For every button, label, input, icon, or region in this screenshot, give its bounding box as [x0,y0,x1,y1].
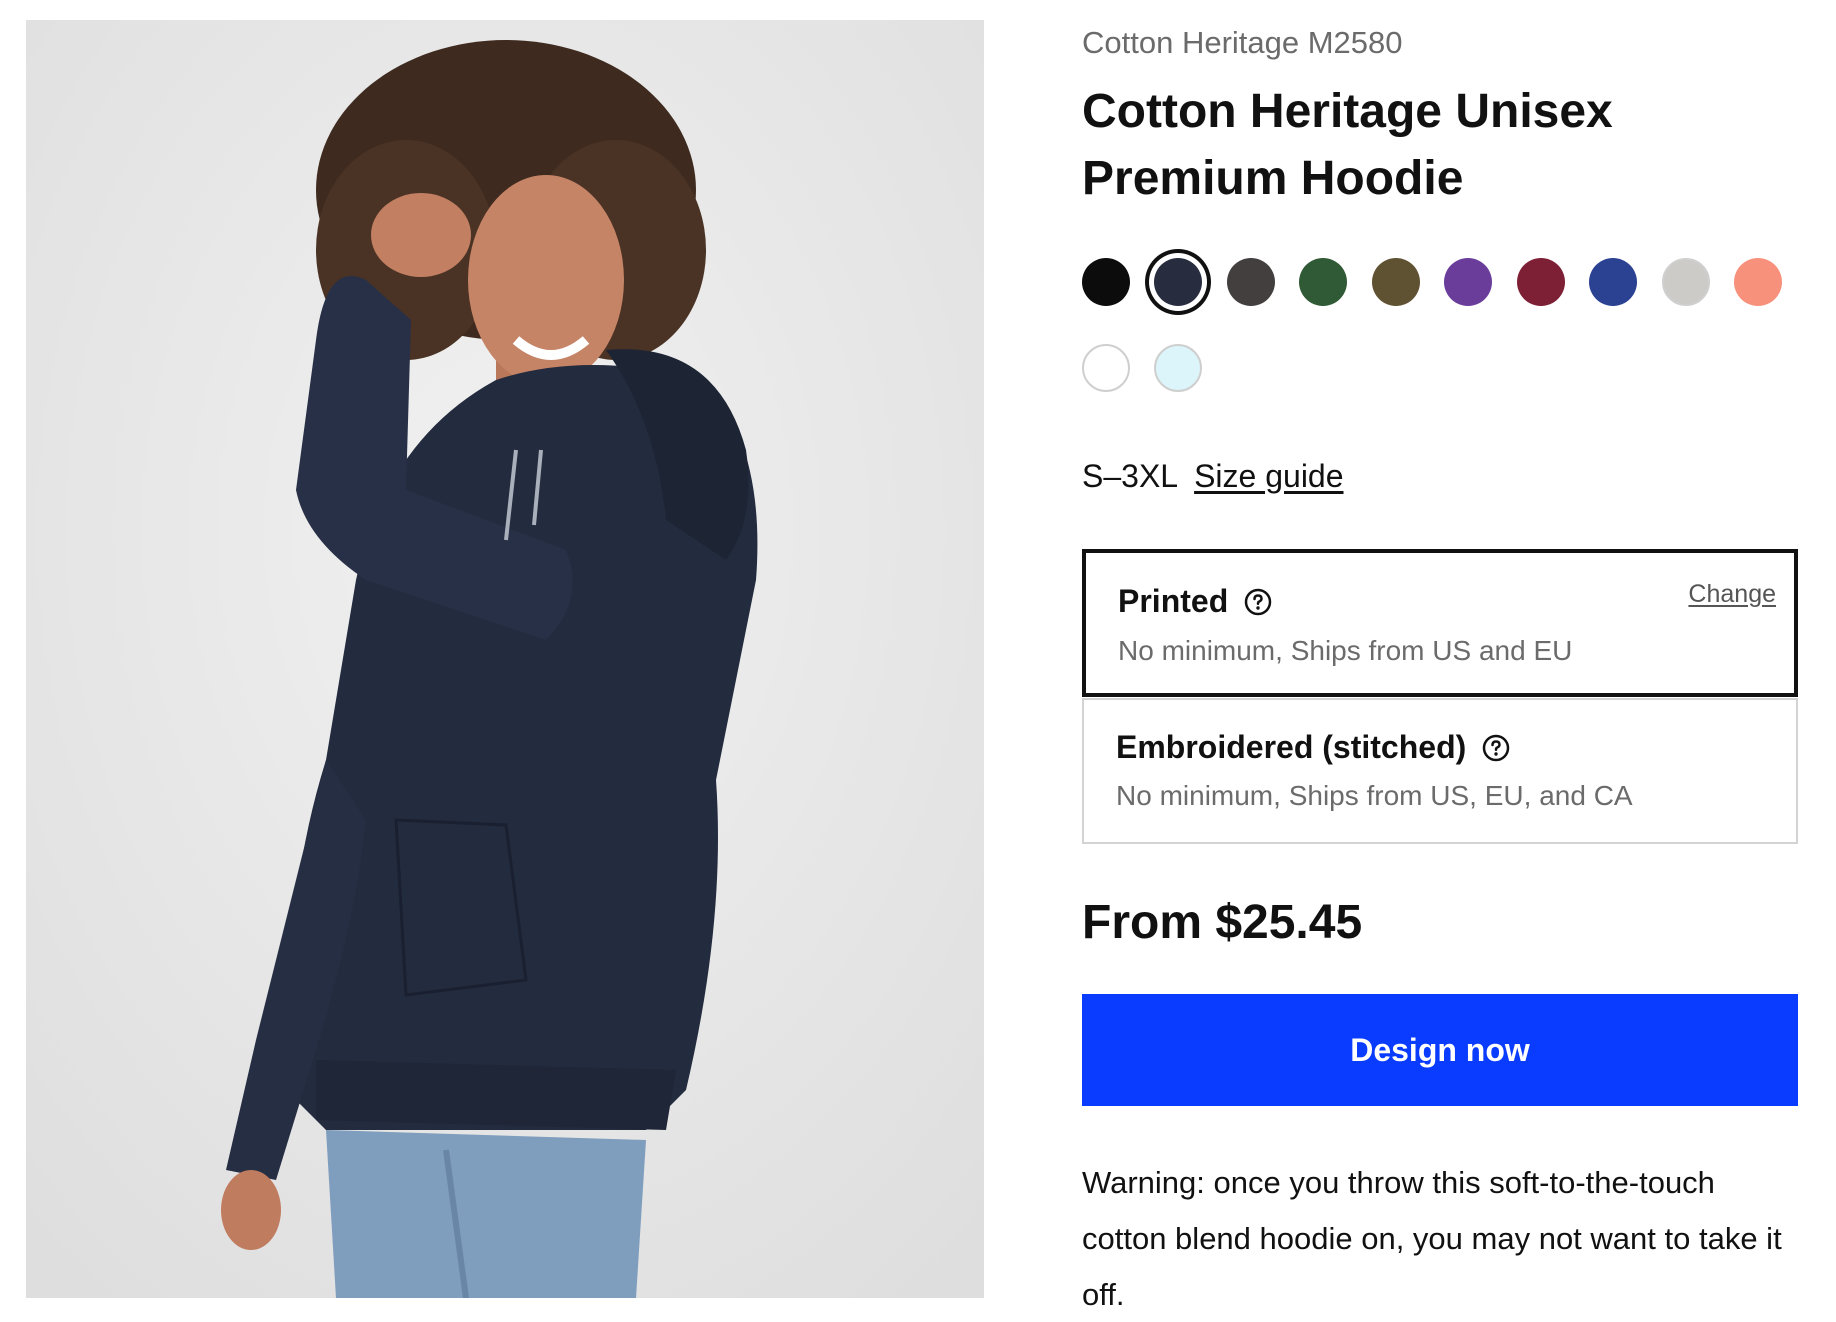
color-swatch-royal-blue[interactable] [1589,258,1637,306]
option-embroidered-subtitle: No minimum, Ships from US, EU, and CA [1116,780,1633,811]
color-swatch-charcoal[interactable] [1227,258,1275,306]
product-title: Cotton Heritage Unisex Premium Hoodie [1082,85,1613,205]
option-printed[interactable]: Printed No minimum, Ships from US and EU… [1082,549,1798,697]
color-swatch-purple[interactable] [1444,258,1492,306]
option-embroidered[interactable]: Embroidered (stitched) No minimum, Ships… [1082,698,1798,844]
color-swatch-coral[interactable] [1734,258,1782,306]
color-swatch-light-blue[interactable] [1154,344,1202,392]
product-description: Warning: once you throw this soft-to-the… [1082,1165,1782,1312]
size-row: S–3XL Size guide [1082,458,1344,495]
size-guide-link[interactable]: Size guide [1194,458,1343,494]
color-swatch-maroon[interactable] [1517,258,1565,306]
design-now-button[interactable]: Design now [1082,994,1798,1106]
product-page: Cotton Heritage M2580 Cotton Heritage Un… [0,0,1836,1322]
color-swatch-forest-green[interactable] [1299,258,1347,306]
option-printed-label: Printed [1118,583,1229,619]
change-link[interactable]: Change [1688,580,1776,609]
option-embroidered-label: Embroidered (stitched) [1116,729,1467,765]
color-swatch-light-grey[interactable] [1662,258,1710,306]
size-range: S–3XL [1082,458,1179,494]
option-printed-subtitle: No minimum, Ships from US and EU [1118,635,1573,666]
product-model-number: Cotton Heritage M2580 [1082,25,1403,60]
help-icon[interactable] [1482,734,1510,762]
price: From $25.45 [1082,896,1363,949]
color-swatch-olive[interactable] [1372,258,1420,306]
color-swatch-white[interactable] [1082,344,1130,392]
help-icon[interactable] [1244,588,1272,616]
option-embroidered-heading: Embroidered (stitched) [1116,729,1510,766]
product-image [26,20,984,1298]
color-swatch-navy[interactable] [1154,258,1202,306]
option-printed-heading: Printed [1118,583,1272,620]
color-swatch-black[interactable] [1082,258,1130,306]
